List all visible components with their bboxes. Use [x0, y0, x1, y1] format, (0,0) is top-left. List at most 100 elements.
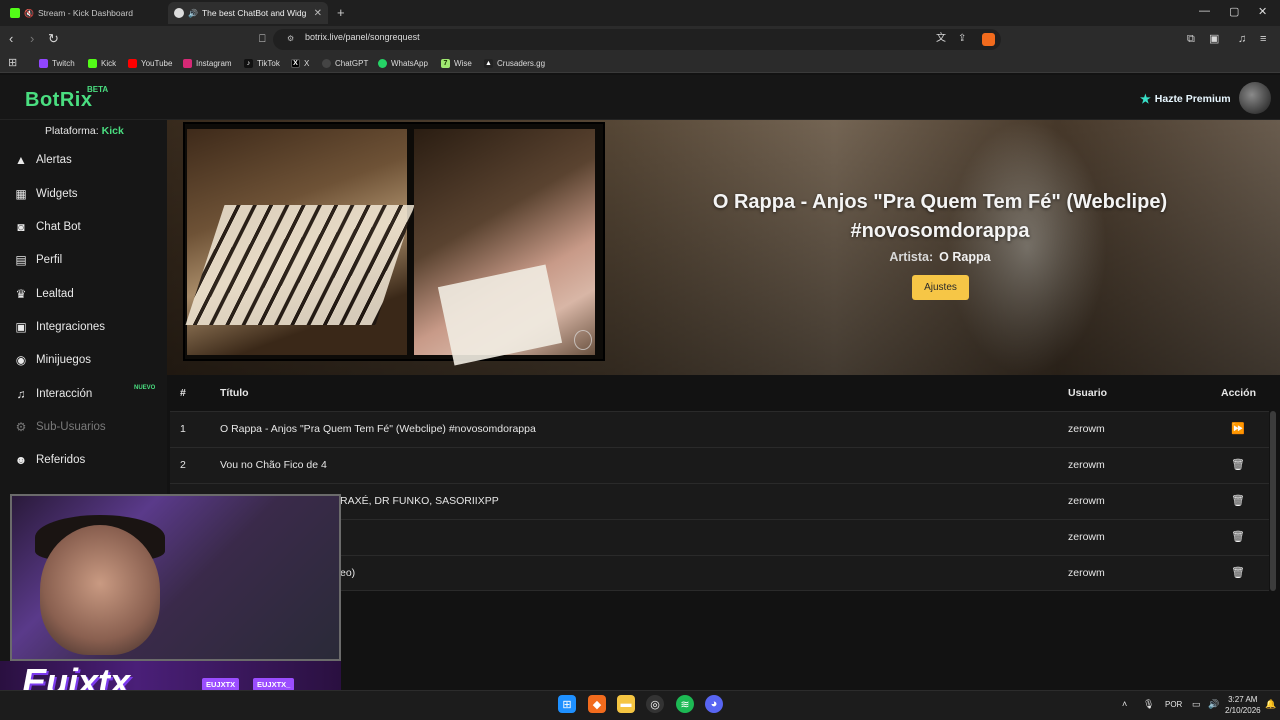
back-icon[interactable]: ‹ — [9, 31, 13, 47]
bookmark-kick[interactable]: Kick — [88, 57, 116, 69]
trash-icon[interactable]: 🗑 — [1231, 458, 1245, 471]
sidebar-item-integraciones[interactable]: ▣ Integraciones — [13, 318, 105, 336]
whatsapp-icon — [378, 58, 387, 68]
row-user: zerowm — [1068, 495, 1105, 507]
media-icon[interactable]: ♫ — [1238, 31, 1246, 47]
start-icon[interactable]: ⊞ — [558, 695, 576, 713]
tab-botrix[interactable]: 🔊 The best ChatBot and Widget ✕ — [168, 2, 328, 24]
sidebar-item-perfil[interactable]: ▤ Perfil — [13, 251, 62, 269]
platform-label: Plataforma: — [45, 125, 99, 137]
trash-icon[interactable]: 🗑 — [1231, 566, 1245, 579]
bookmark-label: Crusaders.gg — [497, 58, 546, 68]
bookmark-label: Kick — [101, 58, 117, 68]
new-badge: NUEVO — [134, 385, 156, 391]
crusaders-icon: ▲ — [484, 58, 493, 68]
extensions-icon[interactable]: ⧉ — [1187, 31, 1195, 47]
bookmark-x[interactable]: XX — [291, 57, 309, 69]
x-icon: X — [291, 58, 300, 68]
music-icon: ♫ — [16, 387, 26, 401]
bookmark-label: YouTube — [141, 58, 173, 68]
sidebar-item-sub-usuarios[interactable]: ⚙ Sub-Usuarios — [13, 418, 106, 436]
share-icon[interactable]: ⇪ — [958, 31, 966, 47]
close-tab-icon[interactable]: ✕ — [314, 8, 322, 19]
tiktok-icon: ♪ — [244, 58, 253, 68]
gamepad-icon: ◉ — [15, 353, 27, 367]
premium-button[interactable]: ★ Hazte Premium — [1140, 92, 1231, 106]
sidebar-item-label: Lealtad — [36, 288, 74, 300]
botrix-icon — [174, 8, 184, 18]
chevron-up-icon[interactable]: ˄ — [1122, 699, 1127, 709]
language-indicator[interactable]: POR — [1165, 700, 1182, 709]
trash-icon[interactable]: 🗑 — [1231, 494, 1245, 507]
brave-shield-icon[interactable] — [982, 33, 995, 46]
sidebar-item-label: Perfil — [36, 254, 63, 266]
bookmark-twitch[interactable]: Twitch — [39, 57, 75, 69]
bookmark-wise[interactable]: 7 Wise — [441, 57, 472, 69]
sidebar-item-referidos[interactable]: ☻ Referidos — [13, 451, 86, 469]
translate-icon[interactable]: 文 — [936, 31, 946, 47]
piano-keys-graphic — [185, 205, 415, 325]
star-icon: ★ — [1140, 92, 1151, 106]
bookmark-tiktok[interactable]: ♪ TikTok — [244, 57, 280, 69]
sidebar-item-label: Minijuegos — [36, 354, 91, 366]
site-info-icon[interactable]: ⚙ — [287, 34, 294, 43]
monitor-icon[interactable]: ▭ — [1192, 699, 1201, 710]
bookmark-icon[interactable]: ⎕ — [259, 31, 266, 47]
bookmark-whatsapp[interactable]: WhatsApp — [378, 57, 428, 69]
new-tab-button[interactable]: + — [337, 5, 345, 20]
twitch-icon — [39, 58, 48, 68]
sidebar-item-lealtad[interactable]: ♛ Lealtad — [13, 285, 74, 303]
bookmark-crusaders[interactable]: ▲ Crusaders.gg — [484, 57, 545, 69]
taskbar-clock[interactable]: 3:27 AM 2/10/2026 — [1225, 694, 1261, 716]
bookmarks-bar: ⊞ Twitch Kick YouTube Instagram ♪ TikTok … — [0, 53, 1280, 73]
table-scrollbar[interactable] — [1270, 411, 1276, 591]
bookmark-chatgpt[interactable]: ChatGPT — [322, 57, 368, 69]
avatar[interactable] — [1239, 82, 1271, 114]
bookmark-youtube[interactable]: YouTube — [128, 57, 172, 69]
forward-icon[interactable]: › — [30, 31, 34, 47]
close-window-icon[interactable]: ✕ — [1258, 5, 1267, 18]
sidebar-item-chat-bot[interactable]: ◙ Chat Bot — [13, 218, 80, 236]
settings-button[interactable]: Ajustes — [912, 275, 969, 300]
bookmark-instagram[interactable]: Instagram — [183, 57, 232, 69]
minimize-icon[interactable]: — — [1199, 5, 1210, 17]
robot-icon: ◙ — [17, 220, 25, 234]
microphone-icon[interactable]: 🎙 — [1143, 699, 1154, 710]
sidebar-item-label: Sub-Usuarios — [36, 421, 106, 433]
maximize-icon[interactable]: ▢ — [1229, 5, 1239, 18]
sidebar-item-widgets[interactable]: ▦ Widgets — [13, 185, 77, 203]
obs-icon[interactable]: ◎ — [646, 695, 664, 713]
sidebar-item-interaccion[interactable]: ♫ Interacción — [13, 385, 93, 403]
kick-icon — [88, 58, 97, 68]
brave-icon[interactable]: ◆ — [588, 695, 606, 713]
apps-icon[interactable]: ⊞ — [8, 56, 17, 69]
skip-icon[interactable]: ⏩ — [1231, 422, 1245, 435]
sidebar-item-minijuegos[interactable]: ◉ Minijuegos — [13, 351, 91, 369]
trophy-icon: ♛ — [15, 287, 27, 301]
user-cog-icon: ⚙ — [15, 420, 27, 434]
notifications-icon[interactable]: 🔔 — [1265, 699, 1276, 710]
menu-icon[interactable]: ≡ — [1260, 31, 1266, 47]
bookmark-label: ChatGPT — [335, 58, 369, 68]
discord-icon[interactable]: ◕ — [705, 695, 723, 713]
wallet-icon[interactable]: ▣ — [1209, 31, 1219, 47]
now-playing-artist: Artista: O Rappa — [640, 250, 1240, 264]
trash-icon[interactable]: 🗑 — [1231, 530, 1245, 543]
col-header-user: Usuario — [1068, 387, 1108, 399]
users-icon: ☻ — [14, 453, 28, 467]
clock-date: 2/10/2026 — [1225, 706, 1261, 715]
reload-icon[interactable]: ↻ — [48, 31, 59, 47]
tab-kick-dashboard[interactable]: 🔇 Stream - Kick Dashboard — [4, 2, 164, 24]
file-explorer-icon[interactable]: ▬ — [617, 695, 635, 713]
bookmark-label: WhatsApp — [391, 58, 428, 68]
platform-indicator: Plataforma: Kick — [45, 125, 124, 137]
sidebar-item-alertas[interactable]: ▲ Alertas — [13, 151, 72, 169]
spotify-icon[interactable]: ≋ — [676, 695, 694, 713]
url-text[interactable]: botrix.live/panel/songrequest — [305, 32, 420, 42]
webcam-person — [40, 525, 160, 655]
col-header-title: Título — [220, 387, 249, 399]
mute-icon: 🔇 — [24, 8, 34, 18]
botrix-logo[interactable]: BotRix — [25, 89, 92, 112]
volume-icon[interactable]: 🔊 — [1208, 699, 1219, 710]
row-title: eo) — [340, 567, 356, 579]
